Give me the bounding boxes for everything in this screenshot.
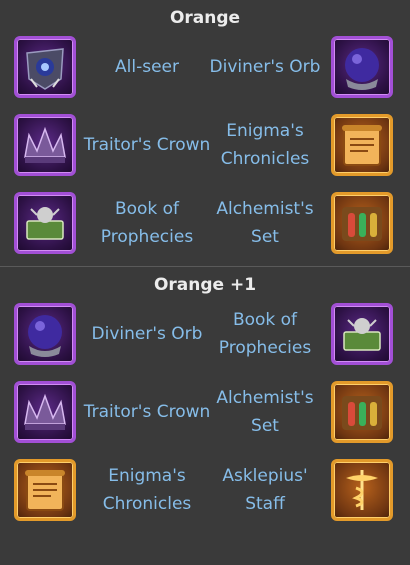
artifact-name: Alchemist's Set — [216, 388, 314, 436]
section: Orange +1 Diviner's Orb Book of Prophecies… — [0, 267, 410, 533]
section-title: Orange +1 — [153, 275, 257, 295]
artifact-name: Enigma's Chronicles — [102, 466, 192, 514]
artifact-name: Traitor's Crown — [83, 402, 211, 422]
artifact-row: Enigma's Chronicles Asklepius' Staff — [0, 455, 410, 533]
artifact-name: Diviner's Orb — [91, 324, 203, 344]
artifact-name: Book of Prophecies — [218, 310, 312, 358]
diviners-orb-icon[interactable] — [14, 303, 76, 365]
asklepius-staff-icon[interactable] — [331, 459, 393, 521]
traitors-crown-icon[interactable] — [14, 114, 76, 176]
section: Orange All-seer Diviner's Orb Traitor's Cro… — [0, 0, 410, 266]
traitors-crown-icon[interactable] — [14, 381, 76, 443]
artifact-row: Diviner's Orb Book of Prophecies — [0, 299, 410, 377]
artifact-name: Traitor's Crown — [83, 135, 211, 155]
artifact-row: Traitor's Crown Enigma's Chronicles — [0, 110, 410, 188]
artifact-name: Book of Prophecies — [100, 199, 194, 247]
artifact-row: All-seer Diviner's Orb — [0, 32, 410, 110]
all-seer-icon[interactable] — [14, 36, 76, 98]
artifact-name: All-seer — [115, 57, 179, 77]
enigmas-chronicles-icon[interactable] — [331, 114, 393, 176]
artifact-name: Alchemist's Set — [216, 199, 314, 247]
artifact-list: Orange All-seer Diviner's Orb Traitor's Cro… — [0, 0, 410, 533]
artifact-name: Enigma's Chronicles — [220, 121, 310, 169]
artifact-name: Asklepius' Staff — [222, 466, 308, 514]
alchemists-set-icon[interactable] — [331, 381, 393, 443]
alchemists-set-icon[interactable] — [331, 192, 393, 254]
artifact-row: Traitor's Crown Alchemist's Set — [0, 377, 410, 455]
book-of-prophecies-icon[interactable] — [331, 303, 393, 365]
diviners-orb-icon[interactable] — [331, 36, 393, 98]
artifact-row: Book of Prophecies Alchemist's Set — [0, 188, 410, 266]
enigmas-chronicles-icon[interactable] — [14, 459, 76, 521]
artifact-name: Diviner's Orb — [209, 57, 321, 77]
section-title: Orange — [169, 8, 241, 28]
book-of-prophecies-icon[interactable] — [14, 192, 76, 254]
